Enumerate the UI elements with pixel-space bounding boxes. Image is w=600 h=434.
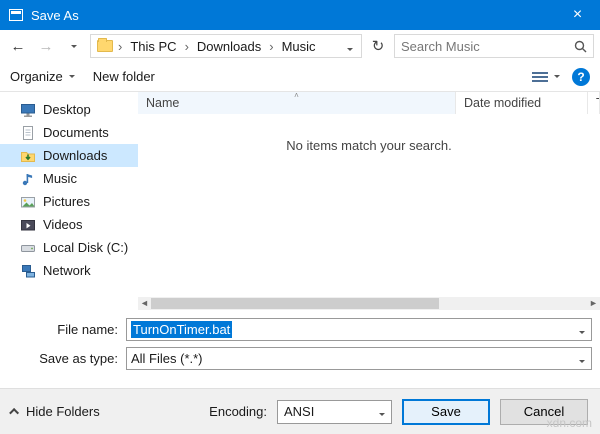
breadcrumb-this-pc[interactable]: This PC [127, 39, 179, 54]
list-view-icon [532, 70, 548, 84]
sidebar-item-local-disk[interactable]: Local Disk (C:) [0, 236, 138, 259]
sidebar-item-videos[interactable]: Videos [0, 213, 138, 236]
command-bar: Organize New folder ? [0, 62, 600, 92]
folder-icon [97, 38, 113, 52]
navigation-bar: ← → › This PC › Downloads › Music ↻ [0, 30, 600, 62]
address-dropdown-button[interactable] [343, 39, 357, 54]
chevron-down-icon [554, 75, 560, 78]
encoding-label: Encoding: [209, 404, 267, 419]
save-button[interactable]: Save [402, 398, 490, 425]
column-label: T [596, 96, 599, 110]
breadcrumb-downloads[interactable]: Downloads [194, 39, 264, 54]
network-icon [22, 264, 35, 277]
search-icon[interactable] [574, 40, 587, 53]
sidebar-item-label: Documents [43, 125, 109, 140]
scrollbar-thumb[interactable] [151, 298, 439, 309]
close-button[interactable]: × [555, 0, 600, 30]
column-header-type[interactable]: T [588, 92, 600, 114]
new-folder-button[interactable]: New folder [93, 69, 155, 84]
horizontal-scrollbar[interactable]: ◄ ► [138, 297, 600, 310]
file-fields: File name: TurnOnTimer.bat Save as type:… [0, 310, 600, 374]
chevron-down-icon[interactable] [579, 322, 587, 337]
sidebar-item-documents[interactable]: Documents [0, 121, 138, 144]
organize-label: Organize [10, 69, 63, 84]
sidebar-item-music[interactable]: Music [0, 167, 138, 190]
breadcrumb-separator: › [269, 38, 274, 54]
navigation-pane: Desktop Documents Downloads Music Pictur… [0, 92, 138, 310]
address-bar[interactable]: › This PC › Downloads › Music [90, 34, 362, 58]
column-header-name[interactable]: ˄ Name [138, 92, 456, 114]
save-as-dialog: Save As × ← → › This PC › Downloads › Mu… [0, 0, 600, 434]
scroll-right-icon[interactable]: ► [587, 297, 600, 310]
breadcrumb-separator: › [184, 38, 189, 54]
sidebar-item-label: Downloads [43, 148, 108, 163]
search-box [394, 34, 594, 58]
file-name-input[interactable]: TurnOnTimer.bat [126, 318, 592, 341]
empty-results-message: No items match your search. [286, 138, 452, 153]
refresh-button[interactable]: ↻ [366, 34, 390, 58]
column-label: Date modified [464, 96, 542, 110]
scroll-left-icon[interactable]: ◄ [138, 297, 151, 310]
sidebar-item-label: Videos [43, 217, 83, 232]
document-icon [23, 125, 33, 140]
sidebar-item-label: Pictures [43, 194, 90, 209]
breadcrumb-separator: › [118, 38, 123, 54]
title-bar: Save As × [0, 0, 600, 30]
sidebar-item-label: Music [43, 171, 77, 186]
sidebar-item-downloads[interactable]: Downloads [0, 144, 138, 167]
dialog-body: Desktop Documents Downloads Music Pictur… [0, 92, 600, 310]
chevron-down-icon[interactable] [579, 351, 587, 366]
search-input[interactable] [401, 38, 570, 54]
sidebar-item-pictures[interactable]: Pictures [0, 190, 138, 213]
file-name-value: TurnOnTimer.bat [131, 321, 233, 338]
footer-bar: Hide Folders Encoding: ANSI Save Cancel … [0, 388, 600, 434]
column-header-date-modified[interactable]: Date modified [456, 92, 588, 114]
picture-icon [21, 196, 35, 207]
save-as-type-select[interactable]: All Files (*.*) [126, 347, 592, 370]
chevron-down-icon [379, 404, 385, 419]
sidebar-item-label: Desktop [43, 102, 91, 117]
dialog-icon [9, 9, 23, 21]
sidebar-item-desktop[interactable]: Desktop [0, 98, 138, 121]
sidebar-item-network[interactable]: Network [0, 259, 138, 282]
new-folder-label: New folder [92, 69, 155, 84]
hide-folders-button[interactable]: Hide Folders [9, 404, 100, 419]
hide-folders-label: Hide Folders [26, 404, 100, 419]
column-headers: ˄ Name Date modified T [138, 92, 600, 114]
downloads-folder-icon [21, 151, 35, 162]
watermark-text: xdn.com [546, 416, 592, 430]
view-mode-button[interactable] [532, 70, 560, 84]
save-as-type-label: Save as type: [39, 351, 118, 366]
sidebar-item-label: Network [43, 263, 91, 278]
history-dropdown-button[interactable] [62, 34, 86, 58]
music-note-icon [22, 173, 33, 185]
save-as-type-value: All Files (*.*) [131, 351, 203, 366]
organize-button[interactable]: Organize [10, 69, 75, 84]
encoding-select[interactable]: ANSI [277, 399, 392, 424]
help-button[interactable]: ? [572, 67, 590, 86]
disk-drive-icon [21, 244, 35, 252]
column-label: Name [146, 96, 180, 110]
sort-ascending-icon: ˄ [294, 91, 299, 100]
back-button[interactable]: ← [6, 34, 30, 58]
file-list-area: ˄ Name Date modified T No items match yo… [138, 92, 600, 310]
encoding-value: ANSI [284, 404, 315, 419]
chevron-down-icon [347, 47, 353, 51]
video-icon [21, 219, 35, 230]
desktop-icon [21, 103, 35, 117]
sidebar-item-label: Local Disk (C:) [43, 240, 129, 255]
scrollbar-track[interactable] [151, 297, 587, 310]
chevron-up-icon [9, 407, 20, 418]
forward-button[interactable]: → [34, 34, 58, 58]
breadcrumb-music[interactable]: Music [279, 39, 319, 54]
chevron-down-icon [71, 44, 77, 48]
chevron-down-icon [68, 75, 75, 78]
file-name-label: File name: [57, 322, 118, 337]
window-title: Save As [31, 7, 79, 23]
